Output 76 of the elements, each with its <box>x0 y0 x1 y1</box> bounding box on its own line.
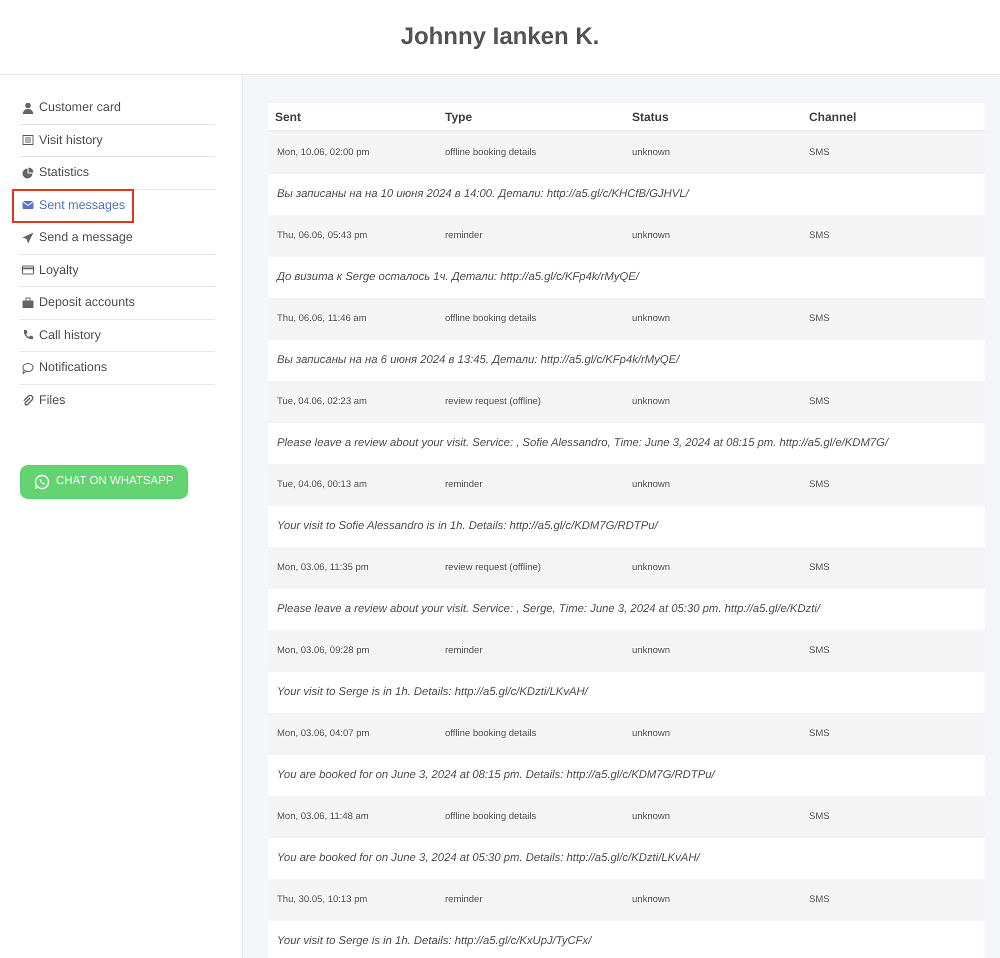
sidebar-item[interactable]: Files <box>20 384 215 417</box>
speech-bubble-icon <box>22 362 34 374</box>
table-cell: unknown <box>632 894 670 905</box>
table-cell: unknown <box>632 396 670 407</box>
sidebar-item[interactable]: Loyalty <box>20 254 215 287</box>
table-cell: unknown <box>632 644 670 656</box>
table-cell: unknown <box>632 230 670 241</box>
table-cell: Tue, 04.06, 02:23 am <box>277 396 367 407</box>
table-cell: reminder <box>445 894 482 905</box>
table-cell: reminder <box>445 478 482 490</box>
message-text: You are booked for on June 3, 2024 at 05:30 pm. Details: http://a5.gl/c/KDzti/LKvAH/ <box>277 850 700 866</box>
message-text: Вы записаны на на 6 июня 2024 в 13:45. Детали: http://a5.gl/c/KFp4k/rMyQE/ <box>277 352 680 368</box>
sidebar-item[interactable]: Sent messages <box>13 190 133 222</box>
table-cell: review request (offline) <box>445 562 541 573</box>
table-cell: unknown <box>632 810 670 822</box>
message-text: Your visit to Sofie Alessandro is in 1h. Details: http://a5.gl/c/KDM7G/RDTPu/ <box>277 518 658 534</box>
column-header: Status <box>632 108 670 126</box>
column-header: Sent <box>274 108 302 126</box>
paper-plane-icon <box>22 232 34 244</box>
table-cell: SMS <box>809 810 830 822</box>
message-text: До визита к Serge осталось 1ч. Детали: http://a5.gl/c/KFp4k/rMyQE/ <box>277 270 639 285</box>
table-cell: Thu, 06.06, 11:46 am <box>277 312 367 324</box>
table-cell: SMS <box>809 894 830 905</box>
table-cell: offline booking details <box>445 810 536 822</box>
table-cell: Tue, 04.06, 00:13 am <box>277 478 367 490</box>
sidebar-item[interactable]: Customer card <box>20 92 215 124</box>
table-cell: Mon, 03.06, 11:48 am <box>277 810 369 822</box>
chat-bubble-phone-icon <box>34 474 50 490</box>
message-text: Please leave a review about your visit. Service: , Serge, Time: June 3, 2024 at 05:30 pm. http://a5.gl/e/KDzti/ <box>277 602 820 617</box>
message-text: You are booked for on June 3, 2024 at 08:15 pm. Details: http://a5.gl/c/KDM7G/RDTPu/ <box>277 768 715 783</box>
table-cell: offline booking details <box>445 146 536 158</box>
table-cell: SMS <box>809 312 830 324</box>
briefcase-icon <box>22 296 34 309</box>
table-cell: unknown <box>632 312 670 324</box>
column-header: Channel <box>809 108 856 126</box>
paperclip-icon <box>22 394 34 407</box>
list-icon <box>22 134 34 146</box>
table-cell: unknown <box>632 728 670 739</box>
table-cell: SMS <box>809 146 830 158</box>
pie-chart-icon <box>22 166 34 179</box>
message-text: Вы записаны на на 10 июня 2024 в 14:00. Детали: http://a5.gl/c/KHCfB/GJHVL/ <box>277 186 689 202</box>
table-cell: SMS <box>809 644 830 656</box>
sidebar-item[interactable]: Visit history <box>20 124 215 157</box>
table-cell: unknown <box>632 146 670 158</box>
table-cell: review request (offline) <box>445 396 541 407</box>
table-cell: Thu, 30.05, 10:13 pm <box>277 894 368 905</box>
credit-card-icon <box>22 264 34 276</box>
table-cell: SMS <box>809 562 830 573</box>
table-cell: Mon, 03.06, 09:28 pm <box>277 644 370 656</box>
message-text: Please leave a review about your visit. Service: , Sofie Alessandro, Time: June 3, 2024 at 08:15 pm. http://a5.gl/e/KDM7G/ <box>277 436 888 451</box>
table-cell: Thu, 06.06, 05:43 pm <box>277 230 368 241</box>
message-text: Your visit to Serge is in 1h. Details: http://a5.gl/c/KxUpJ/TyCFx/ <box>277 934 592 949</box>
table-cell: unknown <box>632 562 670 573</box>
person-icon <box>22 102 34 114</box>
sidebar-item[interactable]: Deposit accounts <box>20 287 215 320</box>
page-title: Johnny Ianken K. <box>400 22 600 52</box>
table-cell: reminder <box>445 230 482 241</box>
table-cell: SMS <box>809 230 830 241</box>
table-cell: offline booking details <box>445 312 536 324</box>
sidebar-item[interactable]: Send a message <box>20 222 215 254</box>
sidebar-item[interactable]: Notifications <box>20 352 215 384</box>
table-cell: SMS <box>809 478 830 490</box>
column-header: Type <box>445 108 474 126</box>
table-cell: SMS <box>809 728 830 739</box>
table-cell: Mon, 03.06, 04:07 pm <box>277 728 370 739</box>
sidebar-item[interactable]: Call history <box>20 320 215 352</box>
table-cell: Mon, 03.06, 11:35 pm <box>277 562 369 573</box>
table-cell: SMS <box>809 396 830 407</box>
table-cell: unknown <box>632 478 670 490</box>
message-text: Your visit to Serge is in 1h. Details: http://a5.gl/c/KDzti/LKvAH/ <box>277 684 588 700</box>
sidebar-item[interactable]: Statistics <box>20 157 215 190</box>
table-cell: Mon, 10.06, 02:00 pm <box>277 146 370 158</box>
envelope-icon <box>22 199 34 212</box>
phone-icon <box>22 329 34 342</box>
table-cell: reminder <box>445 644 482 656</box>
table-cell: offline booking details <box>445 728 536 739</box>
